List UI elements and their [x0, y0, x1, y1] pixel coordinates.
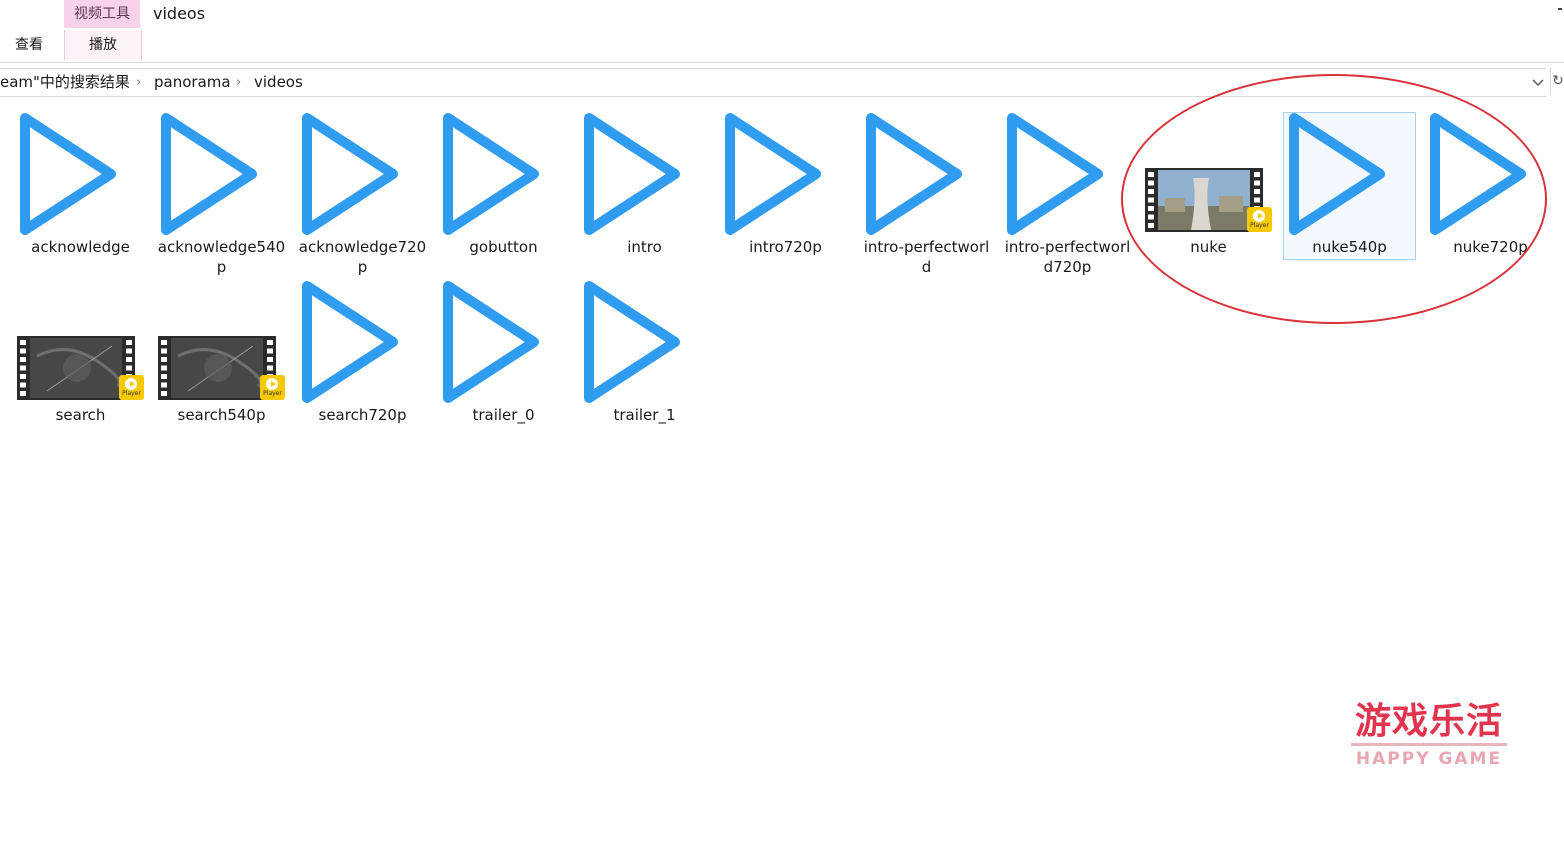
file-name: trailer_0 — [472, 406, 535, 424]
file-item[interactable]: intro-perfectworld — [861, 113, 992, 283]
file-name: intro-perfectworld — [863, 238, 990, 276]
file-thumbnail — [438, 113, 569, 237]
file-thumbnail: Player — [1143, 113, 1274, 237]
player-badge-icon: Player — [119, 375, 144, 400]
play-icon — [443, 113, 539, 235]
file-thumbnail — [1284, 113, 1415, 237]
window-title: videos — [153, 4, 206, 23]
play-icon — [1007, 113, 1103, 235]
file-thumbnail — [861, 113, 992, 237]
file-name: trailer_1 — [613, 406, 676, 424]
play-icon — [866, 113, 962, 235]
file-item[interactable]: acknowledge720p — [297, 113, 428, 283]
file-item[interactable]: Player nuke — [1143, 113, 1274, 283]
file-name: acknowledge540p — [157, 238, 286, 276]
file-name: nuke720p — [1453, 238, 1528, 256]
file-name: gobutton — [469, 238, 538, 256]
file-thumbnail — [1425, 113, 1556, 237]
file-thumbnail — [438, 281, 569, 405]
watermark-en: HAPPY GAME — [1355, 749, 1503, 769]
file-thumbnail — [156, 113, 287, 237]
video-tools-context-tab[interactable]: 视频工具 — [64, 0, 140, 28]
file-thumbnail — [579, 113, 710, 237]
chevron-right-icon[interactable]: › — [236, 69, 241, 96]
play-icon — [584, 113, 680, 235]
file-name: search — [55, 406, 106, 424]
tab-play[interactable]: 播放 — [64, 30, 142, 60]
file-name: intro — [627, 238, 662, 256]
file-thumbnail — [297, 281, 428, 405]
file-item[interactable]: search720p — [297, 281, 428, 451]
play-icon — [1430, 113, 1526, 235]
play-icon — [725, 113, 821, 235]
file-item[interactable]: acknowledge — [15, 113, 146, 283]
watermark-logo: 游戏乐活 HAPPY GAME — [1349, 700, 1509, 772]
file-thumbnail: Player — [15, 281, 146, 405]
file-thumbnail — [15, 113, 146, 237]
play-icon — [20, 113, 116, 235]
video-thumbnail-icon — [1145, 168, 1263, 232]
file-item[interactable]: Player search — [15, 281, 146, 451]
play-icon — [161, 113, 257, 235]
player-badge-text: Player — [122, 390, 141, 397]
play-icon — [443, 281, 539, 403]
file-item[interactable]: trailer_0 — [438, 281, 569, 451]
file-thumbnail — [297, 113, 428, 237]
file-name: search540p — [177, 406, 266, 424]
play-icon — [302, 113, 398, 235]
file-name: intro-perfectworld720p — [1004, 238, 1131, 276]
file-name: nuke — [1190, 238, 1227, 256]
file-thumbnail: Player — [156, 281, 287, 405]
file-item[interactable]: Player search540p — [156, 281, 287, 451]
file-thumbnail — [1002, 113, 1133, 237]
file-item[interactable]: intro-perfectworld720p — [1002, 113, 1133, 283]
file-thumbnail — [579, 281, 710, 405]
file-thumbnail — [720, 113, 851, 237]
tab-view[interactable]: 查看 — [0, 30, 58, 60]
file-item[interactable]: nuke720p — [1425, 113, 1556, 283]
ribbon: 视频工具 videos 查看 播放 — [0, 0, 1564, 63]
watermark-divider — [1351, 743, 1507, 746]
video-thumbnail-icon — [158, 336, 276, 400]
watermark-cn: 游戏乐活 — [1354, 700, 1503, 742]
address-bar[interactable]: eam"中的搜索结果 › panorama › videos — [0, 68, 1546, 97]
video-thumbnail-icon — [17, 336, 135, 400]
chevron-right-icon[interactable]: › — [136, 69, 141, 96]
video-tools-label: 视频工具 — [74, 6, 130, 22]
file-name: nuke540p — [1312, 238, 1387, 256]
play-icon — [1289, 113, 1385, 235]
file-name: acknowledge — [31, 238, 130, 256]
player-badge-icon: Player — [1247, 207, 1272, 232]
file-name: acknowledge720p — [298, 238, 427, 276]
breadcrumb-search-results[interactable]: eam"中的搜索结果 — [0, 69, 130, 96]
minimize-icon[interactable] — [1558, 8, 1562, 10]
play-icon — [584, 281, 680, 403]
breadcrumb-panorama[interactable]: panorama — [154, 69, 231, 96]
file-item[interactable]: gobutton — [438, 113, 569, 283]
refresh-icon[interactable]: ↻ — [1550, 68, 1564, 95]
file-item[interactable]: intro720p — [720, 113, 851, 283]
chevron-down-icon[interactable] — [1530, 72, 1546, 92]
file-item[interactable]: trailer_1 — [579, 281, 710, 451]
play-icon — [302, 281, 398, 403]
player-badge-icon: Player — [260, 375, 285, 400]
file-name: intro720p — [749, 238, 822, 256]
player-badge-text: Player — [263, 390, 282, 397]
file-item[interactable]: acknowledge540p — [156, 113, 287, 283]
file-item[interactable]: intro — [579, 113, 710, 283]
breadcrumb-videos[interactable]: videos — [254, 69, 303, 96]
player-badge-text: Player — [1250, 222, 1269, 229]
file-item[interactable]: nuke540p — [1283, 112, 1416, 260]
file-name: search720p — [318, 406, 407, 424]
